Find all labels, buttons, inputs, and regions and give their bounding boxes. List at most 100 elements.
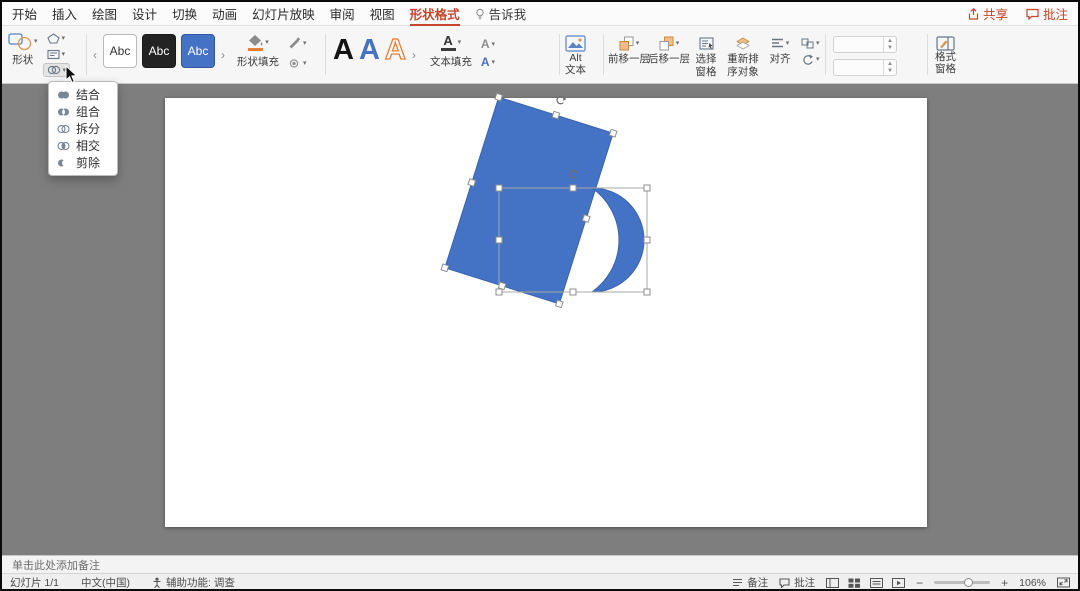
rotated-rectangle-shape[interactable]: [444, 96, 614, 305]
comments-label: 批注: [1042, 8, 1068, 22]
text-effects-button[interactable]: A: [477, 53, 499, 71]
alt-text-button[interactable]: Alt 文本: [565, 29, 586, 76]
menu-item-combine[interactable]: 组合: [49, 103, 117, 120]
resize-handle[interactable]: [643, 236, 651, 244]
resize-handle[interactable]: [608, 128, 618, 138]
pen-icon: [289, 37, 301, 49]
resize-handle[interactable]: [494, 92, 504, 102]
comments-toggle-button[interactable]: 批注: [779, 575, 815, 589]
resize-handle[interactable]: [569, 184, 577, 192]
tab-review[interactable]: 审阅: [330, 2, 355, 26]
tab-tell-me[interactable]: 告诉我: [475, 2, 526, 26]
chevron-down-icon: [492, 59, 496, 66]
accessibility-status[interactable]: 辅助功能: 调查: [152, 575, 235, 589]
normal-view-icon[interactable]: [826, 577, 840, 588]
step-down-icon[interactable]: ▼: [884, 45, 896, 53]
align-button[interactable]: 对齐: [763, 29, 797, 65]
zoom-out-button[interactable]: −: [916, 576, 923, 590]
zoom-slider-knob[interactable]: [964, 578, 974, 587]
reorder-objects-button[interactable]: 重新排 序对象: [723, 29, 763, 78]
union-icon: [58, 91, 69, 98]
wordart-option-1[interactable]: A: [333, 34, 354, 67]
tab-transitions[interactable]: 切换: [172, 2, 197, 26]
reading-view-icon[interactable]: [870, 577, 884, 588]
tab-design[interactable]: 设计: [132, 2, 157, 26]
menu-item-union[interactable]: 结合: [49, 86, 117, 103]
slideshow-view-icon[interactable]: [892, 577, 906, 588]
text-fill-button[interactable]: A 文本填充: [430, 29, 472, 68]
selection-pane-button[interactable]: 选择 窗格: [689, 29, 723, 78]
group-separator: [86, 34, 87, 75]
shape-style-option-1[interactable]: Abc: [103, 34, 137, 68]
shape-outline-button[interactable]: [284, 35, 311, 51]
tab-animations[interactable]: 动画: [212, 2, 237, 26]
step-up-icon[interactable]: ▲: [884, 37, 896, 45]
tab-insert[interactable]: 插入: [52, 2, 77, 26]
menu-item-intersect[interactable]: 相交: [49, 137, 117, 154]
resize-handle[interactable]: [495, 184, 503, 192]
tab-draw[interactable]: 绘图: [92, 2, 117, 26]
resize-handle[interactable]: [551, 110, 561, 120]
notes-toggle-button[interactable]: 备注: [732, 575, 768, 589]
shape-style-option-3[interactable]: Abc: [181, 34, 215, 68]
style-sample-label: Abc: [109, 44, 131, 58]
send-backward-icon: [659, 36, 674, 50]
send-backward-button[interactable]: 后移一层: [648, 29, 690, 65]
resize-handle[interactable]: [440, 263, 450, 273]
shape-width-field[interactable]: ▲ ▼: [833, 59, 897, 76]
shape-style-option-2[interactable]: Abc: [142, 34, 176, 68]
fit-slide-to-window-icon[interactable]: [1057, 577, 1070, 588]
tab-home[interactable]: 开始: [12, 2, 37, 26]
resize-handle[interactable]: [495, 236, 503, 244]
width-stepper[interactable]: ▲ ▼: [883, 60, 896, 75]
menu-item-label: 剪除: [76, 156, 101, 170]
tab-shape-format[interactable]: 形状格式: [410, 2, 460, 26]
resize-handle[interactable]: [554, 299, 564, 309]
wordart-option-3[interactable]: A: [384, 33, 406, 67]
height-stepper[interactable]: ▲ ▼: [883, 37, 896, 52]
shape-effects-button[interactable]: [284, 56, 311, 71]
resize-handle[interactable]: [495, 288, 503, 296]
text-outline-button[interactable]: A: [477, 35, 499, 53]
style-gallery-next-button[interactable]: [220, 48, 226, 62]
menu-item-label: 组合: [76, 105, 101, 119]
slide-sorter-view-icon[interactable]: [848, 578, 861, 588]
zoom-level[interactable]: 106%: [1019, 577, 1046, 589]
style-gallery-prev-button[interactable]: [92, 48, 98, 62]
language-status[interactable]: 中文(中国): [81, 575, 130, 589]
bring-forward-button[interactable]: 前移一层: [608, 29, 650, 65]
rotation-handle[interactable]: [556, 95, 567, 105]
slide-canvas[interactable]: [2, 84, 1078, 555]
tab-view[interactable]: 视图: [370, 2, 395, 26]
wordart-gallery-next-button[interactable]: [411, 48, 417, 62]
tab-slideshow[interactable]: 幻灯片放映: [252, 2, 315, 26]
menu-item-fragment[interactable]: 拆分: [49, 120, 117, 137]
text-fill-letter-icon: A: [443, 32, 453, 48]
merge-shapes-button[interactable]: [42, 63, 71, 77]
comments-button[interactable]: 批注: [1026, 4, 1068, 23]
zoom-in-button[interactable]: +: [1001, 576, 1008, 590]
shape-height-field[interactable]: ▲ ▼: [833, 36, 897, 53]
notes-pane[interactable]: 单击此处添加备注: [2, 555, 1078, 573]
insert-shape-button[interactable]: 形状: [8, 29, 38, 66]
format-pane-button[interactable]: 格式 窗格: [935, 29, 956, 75]
resize-handle[interactable]: [643, 184, 651, 192]
resize-handle[interactable]: [467, 178, 477, 187]
group-objects-button[interactable]: [797, 36, 824, 51]
rotate-objects-button[interactable]: [797, 52, 824, 67]
menu-item-label: 拆分: [76, 122, 101, 136]
step-up-icon[interactable]: ▲: [884, 60, 896, 68]
share-button[interactable]: 共享: [967, 4, 1008, 23]
text-box-button[interactable]: [43, 47, 71, 62]
resize-handle[interactable]: [581, 214, 591, 223]
wordart-option-2[interactable]: A: [359, 34, 380, 67]
menu-item-subtract[interactable]: 剪除: [49, 154, 117, 171]
zoom-slider[interactable]: [934, 578, 991, 587]
resize-handle[interactable]: [643, 288, 651, 296]
edit-shape-button[interactable]: [43, 31, 71, 46]
shape-fill-button[interactable]: 形状填充: [237, 29, 279, 68]
moon-shape[interactable]: [590, 187, 645, 293]
step-down-icon[interactable]: ▼: [884, 68, 896, 76]
resize-handle[interactable]: [569, 288, 577, 296]
align-icon: [771, 38, 783, 48]
